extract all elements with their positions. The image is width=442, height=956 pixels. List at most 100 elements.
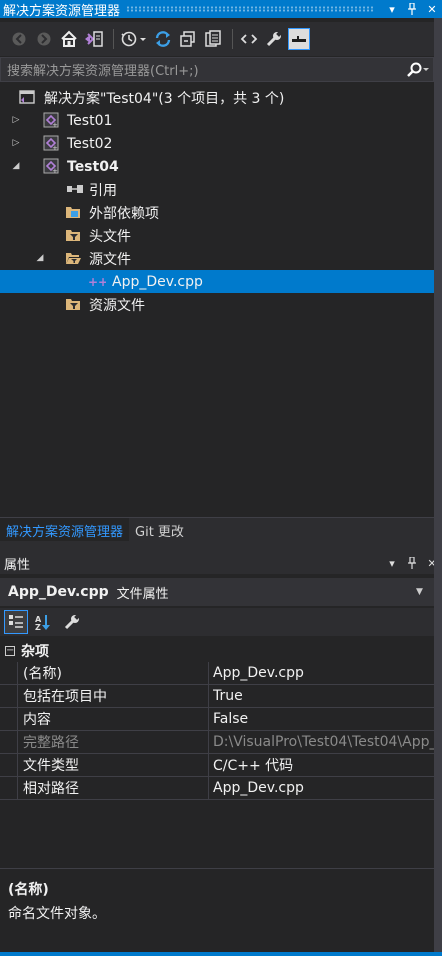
property-key: (名称): [23, 666, 62, 682]
explorer-toolbar: [0, 22, 442, 56]
tree-item-label: 资源文件: [89, 297, 145, 314]
property-row-name[interactable]: (名称) App_Dev.cpp: [0, 662, 434, 685]
panel-splitter[interactable]: [0, 541, 442, 552]
property-key: 包括在项目中: [23, 689, 107, 705]
drag-grip[interactable]: [126, 6, 374, 12]
pending-changes-filter-icon[interactable]: [119, 28, 149, 50]
search-input[interactable]: 搜索解决方案资源管理器(Ctrl+;): [1, 60, 403, 79]
preview-selected-items-icon[interactable]: [288, 28, 310, 50]
column-divider: [208, 754, 209, 777]
wrench-icon[interactable]: [263, 28, 285, 50]
tree-item-external-dependencies[interactable]: 外部依赖项: [0, 201, 434, 224]
property-key: 内容: [23, 712, 51, 728]
tree-item-header-files[interactable]: 头文件: [0, 224, 434, 247]
close-icon[interactable]: ✕: [422, 0, 442, 18]
tree-item-label: Test02: [67, 135, 113, 152]
property-row-content[interactable]: 内容 False: [0, 708, 434, 731]
dropdown-icon[interactable]: ▾: [382, 552, 402, 574]
property-row-relative-path[interactable]: 相对路径 App_Dev.cpp: [0, 777, 434, 800]
tree-item-project-test01[interactable]: ▷ + Test01: [0, 109, 434, 132]
tree-item-label: Test01: [67, 112, 113, 129]
property-key: 完整路径: [23, 735, 79, 751]
column-divider: [208, 662, 209, 685]
properties-toolbar: AZ: [0, 608, 442, 636]
cpp-file-icon: ++: [88, 274, 108, 290]
expand-arrow-icon[interactable]: ▷: [11, 138, 21, 148]
property-grid: − 杂项 (名称) App_Dev.cpp 包括在项目中 True 内容 Fal…: [0, 640, 434, 800]
object-type: 文件属性: [116, 586, 169, 602]
properties-titlebar: 属性 ▾ ✕: [0, 552, 442, 574]
collapse-arrow-icon[interactable]: ◢: [11, 161, 21, 171]
property-row-full-path[interactable]: 完整路径 D:\VisualPro\Test04\Test04\App_Dev.…: [0, 731, 434, 754]
tab-solution-explorer[interactable]: 解决方案资源管理器: [0, 518, 130, 542]
tree-item-solution[interactable]: 解决方案"Test04"(3 个项目，共 3 个): [0, 86, 434, 109]
chevron-down-icon[interactable]: ▼: [416, 587, 434, 597]
column-divider: [208, 777, 209, 800]
property-value[interactable]: False: [213, 711, 434, 727]
category-misc[interactable]: − 杂项: [0, 640, 434, 662]
object-name: App_Dev.cpp: [8, 584, 109, 600]
category-label: 杂项: [21, 644, 49, 660]
property-pages-icon[interactable]: [60, 610, 84, 634]
show-all-files-icon[interactable]: [202, 28, 224, 50]
switch-views-icon[interactable]: [83, 28, 105, 50]
tree-item-project-test04[interactable]: ◢ + Test04: [0, 155, 434, 178]
tree-item-app-dev-cpp[interactable]: ++ App_Dev.cpp: [0, 270, 434, 293]
home-icon[interactable]: [58, 28, 80, 50]
tree-item-references[interactable]: 引用: [0, 178, 434, 201]
collapse-icon[interactable]: −: [5, 646, 15, 656]
back-icon[interactable]: [8, 28, 30, 50]
forward-icon[interactable]: [33, 28, 55, 50]
object-selector[interactable]: App_Dev.cpp 文件属性 ▼: [0, 578, 434, 606]
svg-text:++: ++: [88, 275, 106, 289]
toolbar-separator: [113, 29, 114, 49]
status-accent-bar: [0, 952, 442, 956]
pin-icon[interactable]: [402, 0, 422, 18]
tree-item-label: 头文件: [89, 228, 131, 245]
column-divider: [208, 731, 209, 754]
categorized-icon[interactable]: [4, 610, 28, 634]
pin-icon[interactable]: [402, 552, 422, 574]
collapse-all-icon[interactable]: [177, 28, 199, 50]
tree-item-label: App_Dev.cpp: [112, 273, 203, 290]
sync-icon[interactable]: [152, 28, 174, 50]
expand-arrow-icon[interactable]: ▷: [11, 115, 21, 125]
property-value[interactable]: App_Dev.cpp: [213, 780, 434, 796]
property-value: D:\VisualPro\Test04\Test04\App_Dev.cpp: [213, 734, 434, 750]
property-key: 文件类型: [23, 758, 79, 774]
tree-item-label: 引用: [89, 182, 117, 199]
alphabetical-icon[interactable]: AZ: [32, 610, 56, 634]
filter-folder-icon: [65, 227, 81, 243]
svg-text:+: +: [52, 121, 58, 128]
tree-item-project-test02[interactable]: ▷ + Test02: [0, 132, 434, 155]
references-icon: [66, 181, 83, 197]
dropdown-icon[interactable]: ▾: [382, 0, 402, 18]
search-box[interactable]: 搜索解决方案资源管理器(Ctrl+;): [0, 57, 434, 82]
panel-title: 解决方案资源管理器: [3, 3, 121, 19]
collapse-arrow-icon[interactable]: ◢: [35, 253, 45, 263]
filter-folder-open-icon: [65, 250, 81, 266]
property-value[interactable]: C/C++ 代码: [213, 755, 434, 775]
panel-title: 属性: [4, 557, 31, 573]
property-value[interactable]: App_Dev.cpp: [213, 665, 434, 681]
search-icon[interactable]: [403, 62, 433, 78]
svg-text:+: +: [52, 167, 58, 174]
property-value[interactable]: True: [213, 688, 434, 704]
cpp-project-icon: +: [43, 112, 59, 129]
svg-text:Z: Z: [35, 623, 41, 631]
cpp-project-icon: +: [43, 135, 59, 152]
code-view-icon[interactable]: [238, 28, 260, 50]
description-title: (名称): [8, 882, 49, 898]
tree-item-label: 源文件: [89, 251, 131, 268]
tree-item-resource-files[interactable]: 资源文件: [0, 293, 434, 316]
property-row-file-type[interactable]: 文件类型 C/C++ 代码: [0, 754, 434, 777]
tool-window-tabs: 解决方案资源管理器 Git 更改: [0, 517, 434, 542]
property-row-included[interactable]: 包括在项目中 True: [0, 685, 434, 708]
tree-item-label: 解决方案"Test04"(3 个项目，共 3 个): [44, 90, 285, 107]
tree-item-source-files[interactable]: ◢ 源文件: [0, 247, 434, 270]
tree-item-label: 外部依赖项: [89, 205, 159, 222]
property-key: 相对路径: [23, 781, 79, 797]
property-description: (名称) 命名文件对象。: [0, 868, 434, 952]
cpp-project-icon: +: [43, 158, 59, 175]
tab-git-changes[interactable]: Git 更改: [129, 518, 190, 542]
